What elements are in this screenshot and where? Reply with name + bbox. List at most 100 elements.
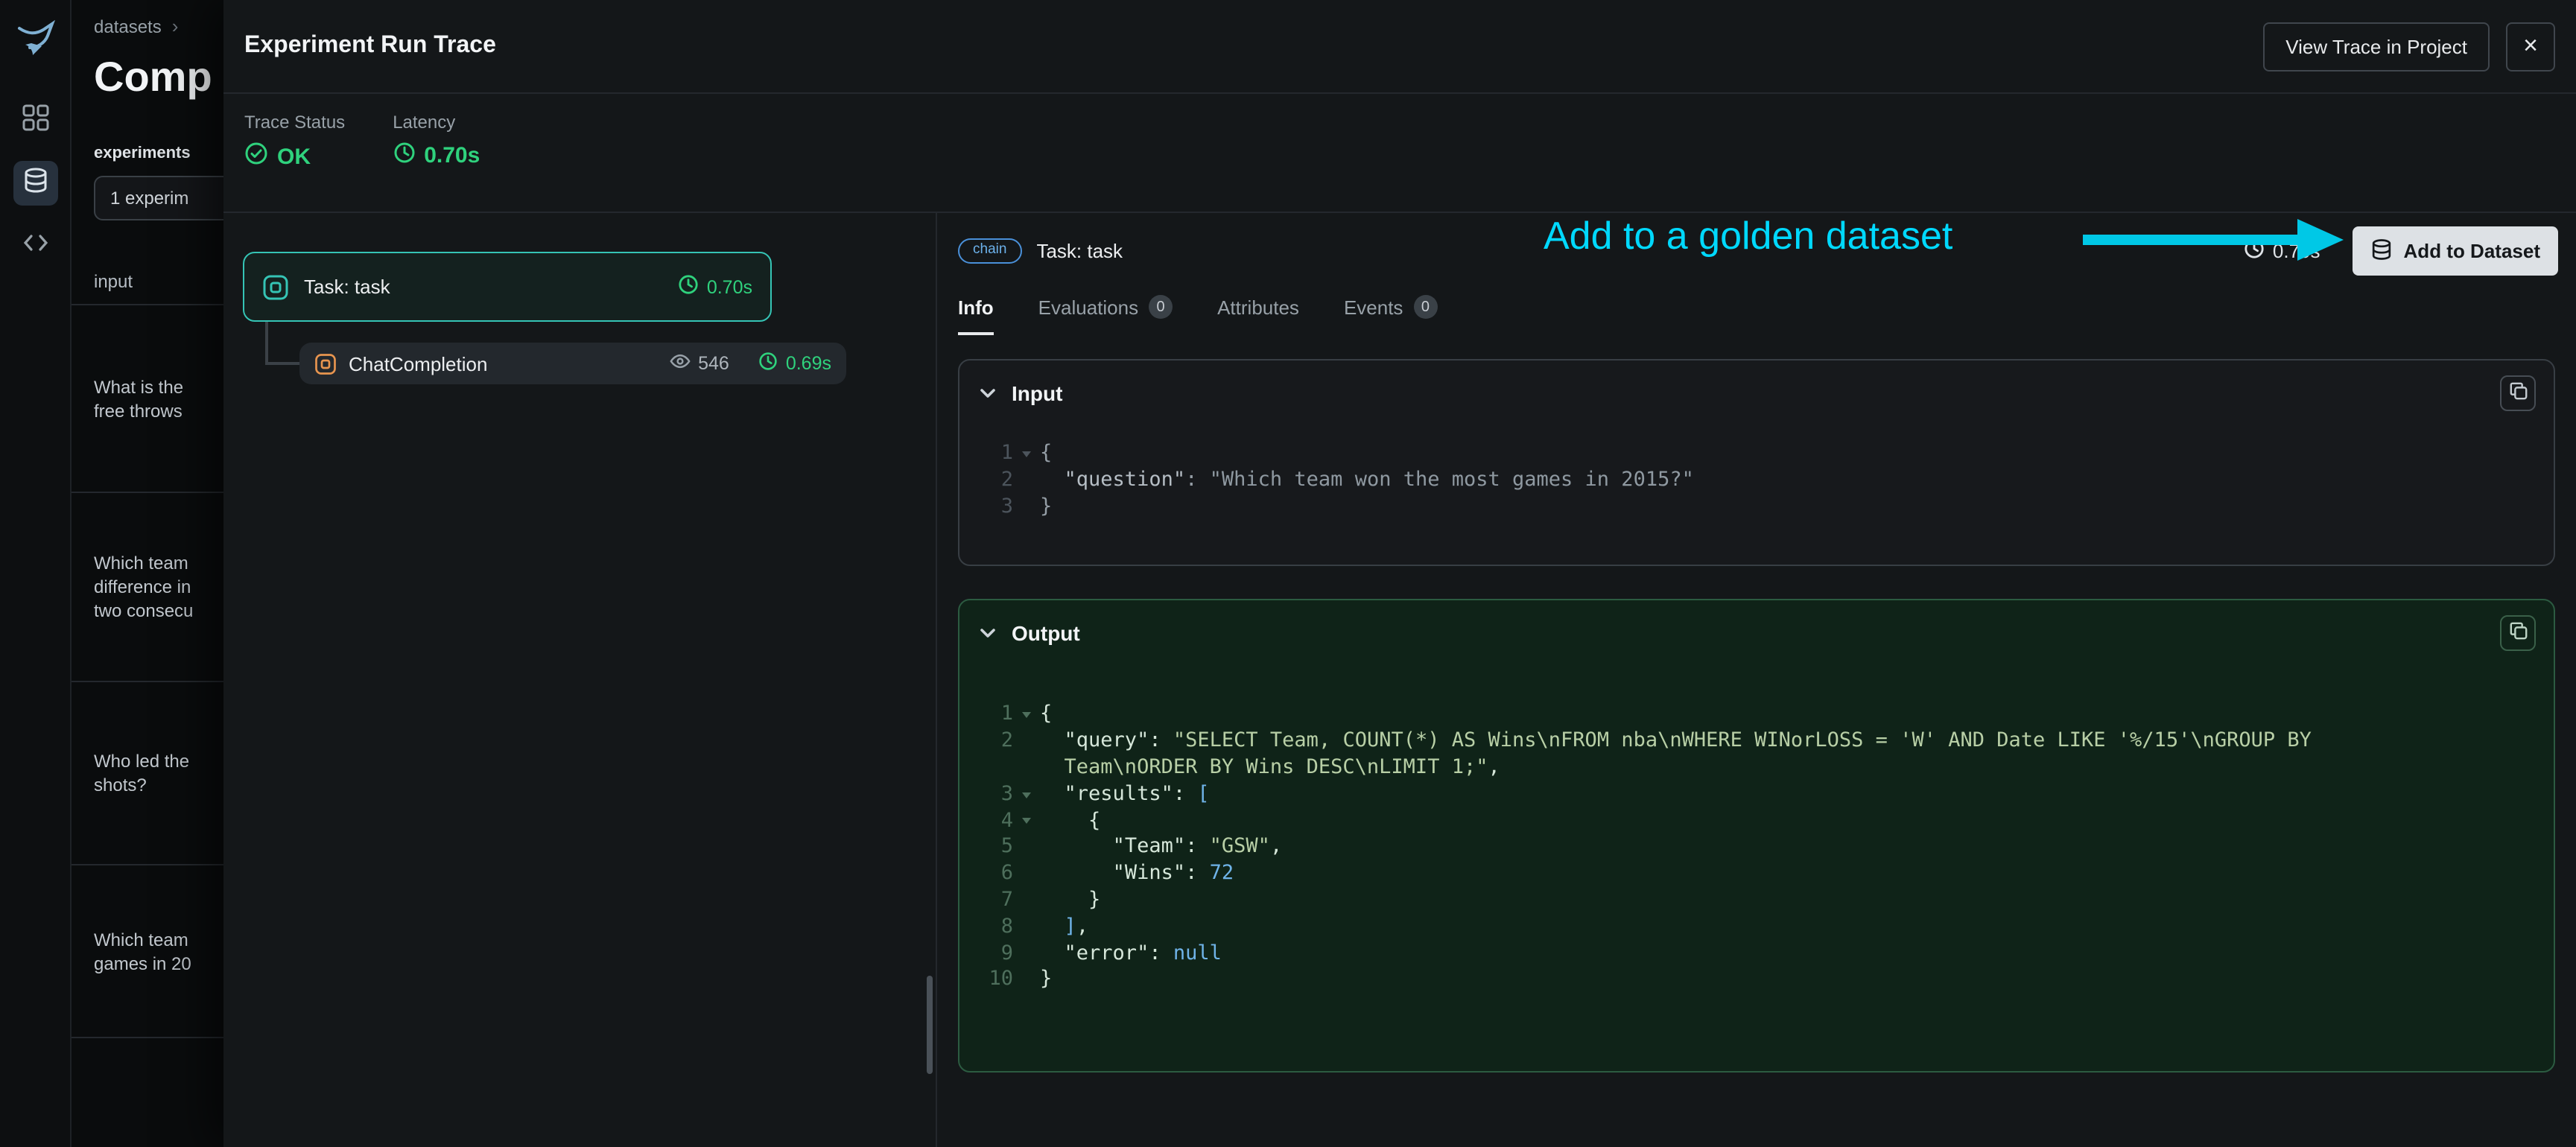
copy-icon xyxy=(2508,622,2528,646)
database-icon xyxy=(22,166,48,200)
page-title: Comp xyxy=(94,54,212,100)
fold-chevron-icon[interactable] xyxy=(1013,702,1040,729)
nav-item-dashboards[interactable] xyxy=(13,98,57,143)
input-section: Input 1{2 "question": "Which team won th… xyxy=(958,359,2555,567)
code-line: 6 "Wins": 72 xyxy=(1000,861,1234,886)
span-kind-badge: chain xyxy=(958,238,1022,264)
code-line: 4 { xyxy=(959,808,2533,835)
trace-status-value: OK xyxy=(277,144,311,169)
span-latency: 0.70s xyxy=(679,274,752,299)
experiment-selector-value: 1 experim xyxy=(110,188,189,209)
eye-icon xyxy=(668,350,691,377)
code-line: 3 "results": [ xyxy=(959,782,2533,809)
events-count-badge: 0 xyxy=(1413,295,1438,319)
app-root: datasets › Comp experiments 1 experim in… xyxy=(0,0,2576,1147)
code-line: 3} xyxy=(1000,494,1053,518)
tree-span-chatcompletion[interactable]: ChatCompletion 546 0.69s xyxy=(299,343,846,384)
span-tree-panel: Task: task 0.70s ChatCompletion 546 0.69… xyxy=(223,213,937,1147)
input-section-header: Input xyxy=(959,360,2554,426)
span-detail-panel: chain Task: task 0.70s Add to Dataset In… xyxy=(937,213,2576,1147)
trace-latency: Latency 0.70s xyxy=(393,112,480,212)
output-section-title: Output xyxy=(1012,621,1080,646)
span-detail-title: Task: task xyxy=(1036,240,1123,262)
view-trace-in-project-button[interactable]: View Trace in Project xyxy=(2263,22,2490,71)
code-line: Team\nORDER BY Wins DESC\nLIMIT 1;", xyxy=(1064,754,1500,779)
chevron-down-icon[interactable] xyxy=(977,623,998,644)
clock-icon xyxy=(393,142,415,170)
code-line: 9 "error": null xyxy=(1000,941,1222,965)
code-line: 1{ xyxy=(959,441,2533,468)
breadcrumb-label[interactable]: datasets xyxy=(94,16,162,36)
span-name: ChatCompletion xyxy=(349,352,488,375)
chevron-down-icon[interactable] xyxy=(977,383,998,404)
clock-icon xyxy=(679,274,699,299)
output-code-block[interactable]: 1{2 "query": "SELECT Team, COUNT(*) AS W… xyxy=(959,667,2554,1072)
tree-connector xyxy=(265,362,299,365)
copy-icon xyxy=(2508,381,2528,405)
check-circle-icon xyxy=(244,142,268,171)
span-name: Task: task xyxy=(304,276,390,298)
output-section: Output 1{2 "query": "SELECT Team, COUNT(… xyxy=(958,599,2555,1073)
code-line: 2 "query": "SELECT Team, COUNT(*) AS Win… xyxy=(1000,728,2312,753)
chevron-right-icon: › xyxy=(171,15,179,37)
span-latency: 0.69s xyxy=(759,352,831,375)
scrollbar-thumb[interactable] xyxy=(927,976,933,1074)
latency-label: Latency xyxy=(393,112,456,133)
modal-header: Experiment Run Trace View Trace in Proje… xyxy=(223,0,2576,94)
annotation-text: Add to a golden dataset xyxy=(1544,213,1953,258)
breadcrumb[interactable]: datasets › xyxy=(94,15,178,37)
sidebar-nav xyxy=(13,98,57,268)
modal-body: Task: task 0.70s ChatCompletion 546 0.69… xyxy=(223,213,2576,1147)
input-column-header: input xyxy=(94,271,133,292)
tab-attributes[interactable]: Attributes xyxy=(1217,295,1299,335)
fold-chevron-icon[interactable] xyxy=(1013,441,1040,468)
experiment-run-trace-modal: Experiment Run Trace View Trace in Proje… xyxy=(223,0,2576,1147)
phoenix-logo[interactable] xyxy=(14,18,56,60)
table-cell-input: What is the free throws xyxy=(94,376,184,421)
sidebar xyxy=(0,0,72,1147)
tab-evaluations[interactable]: Evaluations 0 xyxy=(1038,295,1173,335)
code-icon xyxy=(22,229,48,263)
input-section-title: Input xyxy=(1012,381,1063,405)
trace-status-label: Trace Status xyxy=(244,112,346,133)
table-cell-input: Who led the shots? xyxy=(94,751,190,795)
code-line: 10} xyxy=(989,967,1053,991)
trace-status: Trace Status OK xyxy=(244,112,345,212)
evaluations-count-badge: 0 xyxy=(1149,295,1173,319)
input-code-block[interactable]: 1{2 "question": "Which team won the most… xyxy=(959,426,2554,565)
trace-status-bar: Trace Status OK Latency 0.70s xyxy=(223,94,2576,213)
nav-item-playground[interactable] xyxy=(13,223,57,268)
tab-info[interactable]: Info xyxy=(958,295,994,335)
code-line: 2 "question": "Which team won the most g… xyxy=(1000,467,1694,492)
copy-button[interactable] xyxy=(2500,615,2536,652)
grid-icon xyxy=(22,104,48,138)
detail-tabs: Info Evaluations 0 Attributes Events 0 xyxy=(958,295,2555,335)
latency-value: 0.70s xyxy=(424,143,480,168)
close-icon: × xyxy=(2523,31,2538,60)
fold-chevron-icon[interactable] xyxy=(1013,782,1040,809)
annotation-arrow-icon xyxy=(2083,219,2344,261)
output-section-header: Output xyxy=(959,601,2554,667)
nav-item-datasets[interactable] xyxy=(13,161,57,206)
modal-title: Experiment Run Trace xyxy=(244,33,496,58)
close-button[interactable]: × xyxy=(2506,22,2555,71)
span-kind-icon xyxy=(262,273,289,300)
clock-icon xyxy=(759,352,778,375)
code-line: 7 } xyxy=(1000,887,1101,912)
phoenix-logo-icon xyxy=(17,19,54,55)
table-cell-input: Which team difference in two consecu xyxy=(94,553,194,621)
code-line: 1{ xyxy=(959,702,2533,729)
add-to-dataset-button[interactable]: Add to Dataset xyxy=(2353,226,2558,276)
database-add-icon xyxy=(2371,238,2393,264)
span-token-count: 546 xyxy=(668,350,729,377)
code-line: 5 "Team": "GSW", xyxy=(1000,834,1283,859)
detail-sections: Input 1{2 "question": "Which team won th… xyxy=(958,359,2555,1073)
tree-span-task[interactable]: Task: task 0.70s xyxy=(243,252,772,322)
tab-events[interactable]: Events 0 xyxy=(1344,295,1438,335)
tree-connector xyxy=(265,322,268,363)
experiments-label: experiments xyxy=(94,144,191,162)
span-kind-icon xyxy=(314,352,337,375)
copy-button[interactable] xyxy=(2500,375,2536,411)
fold-chevron-icon[interactable] xyxy=(1013,808,1040,835)
table-cell-input: Which team games in 20 xyxy=(94,929,191,973)
